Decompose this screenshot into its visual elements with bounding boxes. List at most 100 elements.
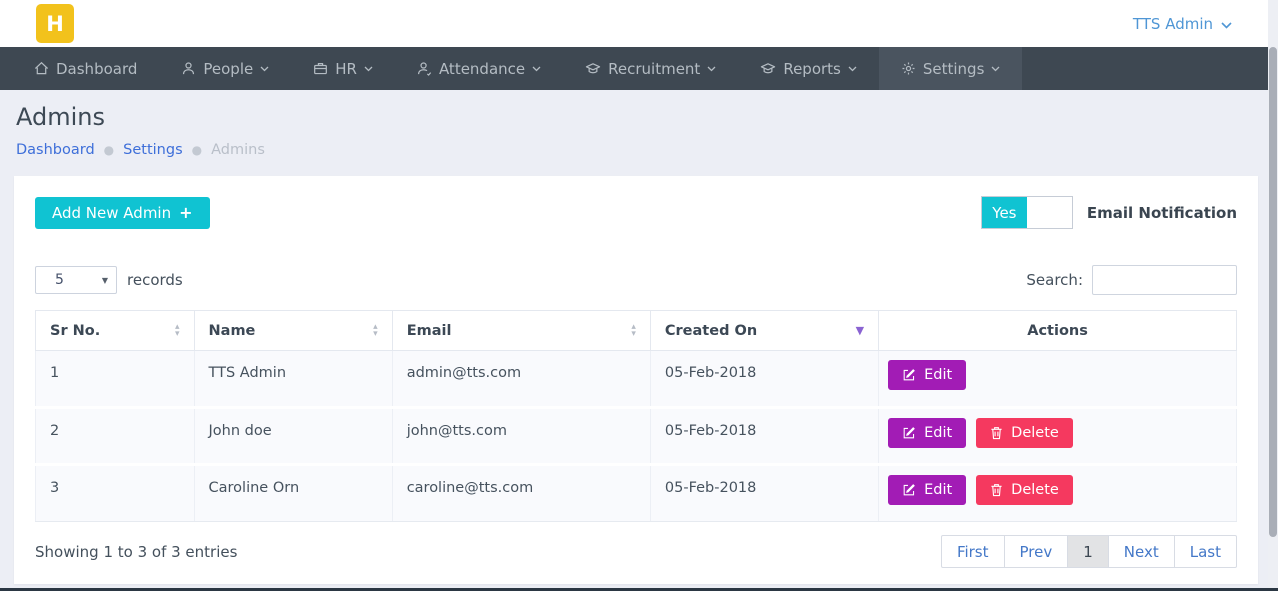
chevron-down-icon <box>991 66 1000 72</box>
breadcrumb: Dashboard ● Settings ● Admins <box>16 142 1262 158</box>
column-header-email[interactable]: Email ▴▾ <box>392 311 650 351</box>
nav-label: Reports <box>783 60 841 78</box>
plus-icon: + <box>179 203 192 222</box>
chevron-down-icon <box>364 66 373 72</box>
email-notification-label: Email Notification <box>1087 204 1237 222</box>
nav-label: Attendance <box>439 60 525 78</box>
cell-name: TTS Admin <box>194 351 392 408</box>
cell-actions: Edit Delete <box>879 408 1237 465</box>
page-title: Admins <box>16 103 1262 131</box>
sort-icon: ▴▾ <box>373 324 378 338</box>
table-row: 2John doejohn@tts.com05-Feb-2018EditDele… <box>36 408 1237 465</box>
trash-icon <box>990 483 1003 497</box>
pagination-next-button[interactable]: Next <box>1109 535 1175 568</box>
home-icon <box>34 61 49 76</box>
nav-item-people[interactable]: People <box>159 47 291 90</box>
pagination: First Prev 1 Next Last <box>941 535 1237 568</box>
page-header: Admins Dashboard ● Settings ● Admins <box>0 90 1278 176</box>
cell-actions: Edit <box>879 351 1237 408</box>
edit-button-label: Edit <box>924 482 952 498</box>
edit-button[interactable]: Edit <box>888 475 966 505</box>
gear-icon <box>901 61 916 76</box>
graduation-cap-icon <box>585 61 601 76</box>
column-label: Email <box>407 323 452 339</box>
toggle-on-label: Yes <box>982 197 1027 228</box>
cell-actions: Edit Delete <box>879 465 1237 522</box>
chevron-down-icon <box>260 66 269 72</box>
edit-button-label: Edit <box>924 425 952 441</box>
edit-button[interactable]: Edit <box>888 360 966 390</box>
cell-name: John doe <box>194 408 392 465</box>
breadcrumb-current: Admins <box>211 142 265 158</box>
search-input[interactable] <box>1092 265 1237 295</box>
nav-item-recruitment[interactable]: Recruitment <box>563 47 738 90</box>
edit-button[interactable]: Edit <box>888 418 966 448</box>
nav-label: HR <box>335 60 357 78</box>
column-label: Sr No. <box>50 323 100 339</box>
scrollbar-track[interactable] <box>1268 0 1278 588</box>
cell-created-on: 05-Feb-2018 <box>650 351 878 408</box>
column-label: Created On <box>665 323 757 339</box>
cell-created-on: 05-Feb-2018 <box>650 465 878 522</box>
topbar: H TTS Admin <box>0 0 1278 47</box>
sort-icon: ▴▾ <box>175 324 180 338</box>
pagination-page-1-button[interactable]: 1 <box>1068 535 1109 568</box>
add-new-admin-label: Add New Admin <box>52 204 171 222</box>
search-label: Search: <box>1026 271 1083 289</box>
briefcase-icon <box>313 61 328 76</box>
nav-label: Recruitment <box>608 60 700 78</box>
app-logo[interactable]: H <box>36 4 74 43</box>
showing-entries-text: Showing 1 to 3 of 3 entries <box>35 543 237 561</box>
records-selected-value: 5 <box>55 272 64 288</box>
trash-icon <box>990 426 1003 440</box>
graduation-cap-icon <box>760 61 776 76</box>
breadcrumb-settings[interactable]: Settings <box>123 142 182 158</box>
cell-email: john@tts.com <box>392 408 650 465</box>
delete-button-label: Delete <box>1011 425 1059 441</box>
records-per-page-select[interactable]: 5 ▼ <box>35 266 117 294</box>
column-label: Name <box>209 323 256 339</box>
pagination-first-button[interactable]: First <box>941 535 1005 568</box>
delete-button[interactable]: Delete <box>976 418 1073 448</box>
sort-icon: ▴▾ <box>631 324 636 338</box>
email-notification-toggle[interactable]: Yes <box>981 196 1073 229</box>
column-label: Actions <box>1027 323 1088 339</box>
pagination-prev-button[interactable]: Prev <box>1005 535 1069 568</box>
edit-icon <box>902 483 916 497</box>
cell-sr-no: 2 <box>36 408 195 465</box>
records-label: records <box>127 271 183 289</box>
delete-button[interactable]: Delete <box>976 475 1073 505</box>
person-icon <box>417 61 432 76</box>
person-icon <box>181 61 196 76</box>
nav-item-dashboard[interactable]: Dashboard <box>12 47 159 90</box>
add-new-admin-button[interactable]: Add New Admin + <box>35 197 210 229</box>
pagination-last-button[interactable]: Last <box>1175 535 1237 568</box>
select-arrow-icon: ▼ <box>102 276 108 285</box>
scrollbar-thumb[interactable] <box>1269 47 1277 537</box>
chevron-down-icon <box>1221 15 1232 33</box>
delete-button-label: Delete <box>1011 482 1059 498</box>
column-header-sr-no[interactable]: Sr No. ▴▾ <box>36 311 195 351</box>
admins-table: Sr No. ▴▾ Name ▴▾ Email ▴▾ Created On ▼ … <box>35 310 1237 522</box>
chevron-down-icon <box>707 66 716 72</box>
nav-item-hr[interactable]: HR <box>291 47 395 90</box>
table-row: 3Caroline Orncaroline@tts.com05-Feb-2018… <box>36 465 1237 522</box>
sort-desc-icon: ▼ <box>856 324 864 337</box>
chevron-down-icon <box>532 66 541 72</box>
main-nav: Dashboard People HR Attendance Recruitme… <box>0 47 1278 90</box>
column-header-created-on[interactable]: Created On ▼ <box>650 311 878 351</box>
nav-label: Settings <box>923 60 985 78</box>
nav-item-attendance[interactable]: Attendance <box>395 47 563 90</box>
breadcrumb-separator: ● <box>192 143 202 157</box>
nav-label: Dashboard <box>56 60 137 78</box>
breadcrumb-separator: ● <box>104 143 114 157</box>
user-menu[interactable]: TTS Admin <box>1133 15 1232 33</box>
cell-sr-no: 3 <box>36 465 195 522</box>
nav-item-reports[interactable]: Reports <box>738 47 879 90</box>
cell-email: admin@tts.com <box>392 351 650 408</box>
breadcrumb-dashboard[interactable]: Dashboard <box>16 142 95 158</box>
cell-name: Caroline Orn <box>194 465 392 522</box>
column-header-name[interactable]: Name ▴▾ <box>194 311 392 351</box>
nav-item-settings[interactable]: Settings <box>879 47 1023 90</box>
edit-icon <box>902 426 916 440</box>
